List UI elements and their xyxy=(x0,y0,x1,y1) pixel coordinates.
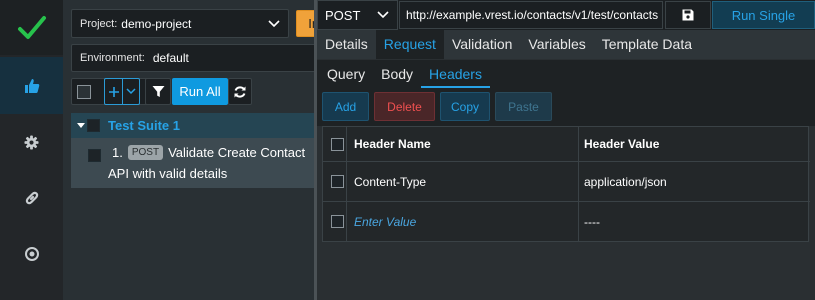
filter-button[interactable] xyxy=(145,78,171,105)
run-all-button[interactable]: Run All xyxy=(172,78,228,105)
project-value: demo-project xyxy=(121,16,192,31)
suite-name: Test Suite 1 xyxy=(108,118,181,133)
test-case-checkbox[interactable] xyxy=(88,149,101,162)
tab-template-data[interactable]: Template Data xyxy=(594,30,700,59)
table-header-row: Header Name Header Value xyxy=(323,127,810,162)
delete-header-button[interactable]: Delete xyxy=(374,92,435,121)
refresh-icon xyxy=(234,85,246,98)
icon-rail xyxy=(0,0,63,300)
header-name-input[interactable]: Enter Value xyxy=(354,215,416,229)
header-actions: Add Delete Copy Paste xyxy=(317,88,815,126)
header-value-input[interactable]: ---- xyxy=(584,215,600,229)
tab-details[interactable]: Details xyxy=(317,30,376,59)
subtab-body[interactable]: Body xyxy=(373,60,421,88)
chevron-down-icon xyxy=(268,19,280,28)
target-icon xyxy=(24,247,39,261)
thumbs-up-icon xyxy=(24,78,39,93)
table-row: Content-Type application/json xyxy=(323,162,810,202)
rail-item-test-cases[interactable] xyxy=(0,57,63,114)
url-bar: POST http://example.vrest.io/contacts/v1… xyxy=(317,0,815,30)
rail-item-links[interactable] xyxy=(0,170,63,226)
method-value: POST xyxy=(325,7,361,23)
filter-icon xyxy=(152,86,164,97)
add-header-button[interactable]: Add xyxy=(322,92,369,121)
save-button[interactable] xyxy=(665,1,711,29)
test-suite-panel: Project: demo-project Importer Environme… xyxy=(63,0,377,300)
tab-request[interactable]: Request xyxy=(375,30,444,59)
request-tabs: Details Request Validation Variables Tem… xyxy=(317,30,815,59)
suite-checkbox[interactable] xyxy=(87,119,100,132)
select-all-checkbox[interactable] xyxy=(77,84,91,99)
select-all-headers-checkbox[interactable] xyxy=(331,138,344,151)
subtab-query[interactable]: Query xyxy=(319,60,373,88)
column-header-value: Header Value xyxy=(584,137,660,151)
table-row-new: Enter Value ---- xyxy=(323,202,810,242)
test-case-title-line-1: 1. POST Validate Create Contact xyxy=(112,145,305,160)
environment-label: Environment: xyxy=(80,52,145,64)
request-subtabs: Query Body Headers xyxy=(317,60,815,88)
rail-item-settings[interactable] xyxy=(0,114,63,170)
request-editor: POST http://example.vrest.io/contacts/v1… xyxy=(317,0,815,300)
caret-down-icon[interactable] xyxy=(77,123,85,128)
rail-item-target[interactable] xyxy=(0,226,63,282)
column-header-name: Header Name xyxy=(354,137,431,151)
test-case-title: Validate Create Contact xyxy=(168,145,306,160)
headers-table: Header Name Header Value Content-Type ap… xyxy=(322,126,810,242)
test-case-title-line-2: API with valid details xyxy=(108,166,228,181)
add-test-case-split-button[interactable] xyxy=(104,78,140,105)
refresh-button[interactable] xyxy=(228,78,252,105)
floppy-disk-icon xyxy=(682,9,694,21)
project-label: Project: xyxy=(80,17,118,30)
copy-headers-button[interactable]: Copy xyxy=(440,92,490,121)
subtab-headers[interactable]: Headers xyxy=(421,60,490,88)
row-checkbox[interactable] xyxy=(331,175,344,188)
check-logo-icon xyxy=(17,15,46,39)
header-name-cell[interactable]: Content-Type xyxy=(354,175,426,189)
chevron-down-icon xyxy=(377,11,389,19)
run-single-button[interactable]: Run Single xyxy=(712,1,815,29)
tab-variables[interactable]: Variables xyxy=(520,30,593,59)
row-checkbox[interactable] xyxy=(331,215,344,228)
test-case-number: 1. xyxy=(112,145,123,160)
url-input[interactable]: http://example.vrest.io/contacts/v1/test… xyxy=(399,1,663,29)
add-options-dropdown[interactable] xyxy=(122,79,139,104)
gear-icon xyxy=(24,134,39,150)
plus-icon xyxy=(108,86,119,97)
method-badge: POST xyxy=(127,145,164,160)
add-test-case-button[interactable] xyxy=(105,79,122,104)
project-select[interactable]: Project: demo-project xyxy=(71,9,289,38)
environment-value: default xyxy=(152,51,189,65)
app-logo[interactable] xyxy=(0,0,63,55)
tab-validation[interactable]: Validation xyxy=(444,30,520,59)
link-icon xyxy=(25,191,38,205)
paste-headers-button[interactable]: Paste xyxy=(495,92,552,121)
header-value-cell[interactable]: application/json xyxy=(584,175,667,189)
chevron-down-icon xyxy=(126,88,136,95)
method-select[interactable]: POST xyxy=(317,0,398,30)
